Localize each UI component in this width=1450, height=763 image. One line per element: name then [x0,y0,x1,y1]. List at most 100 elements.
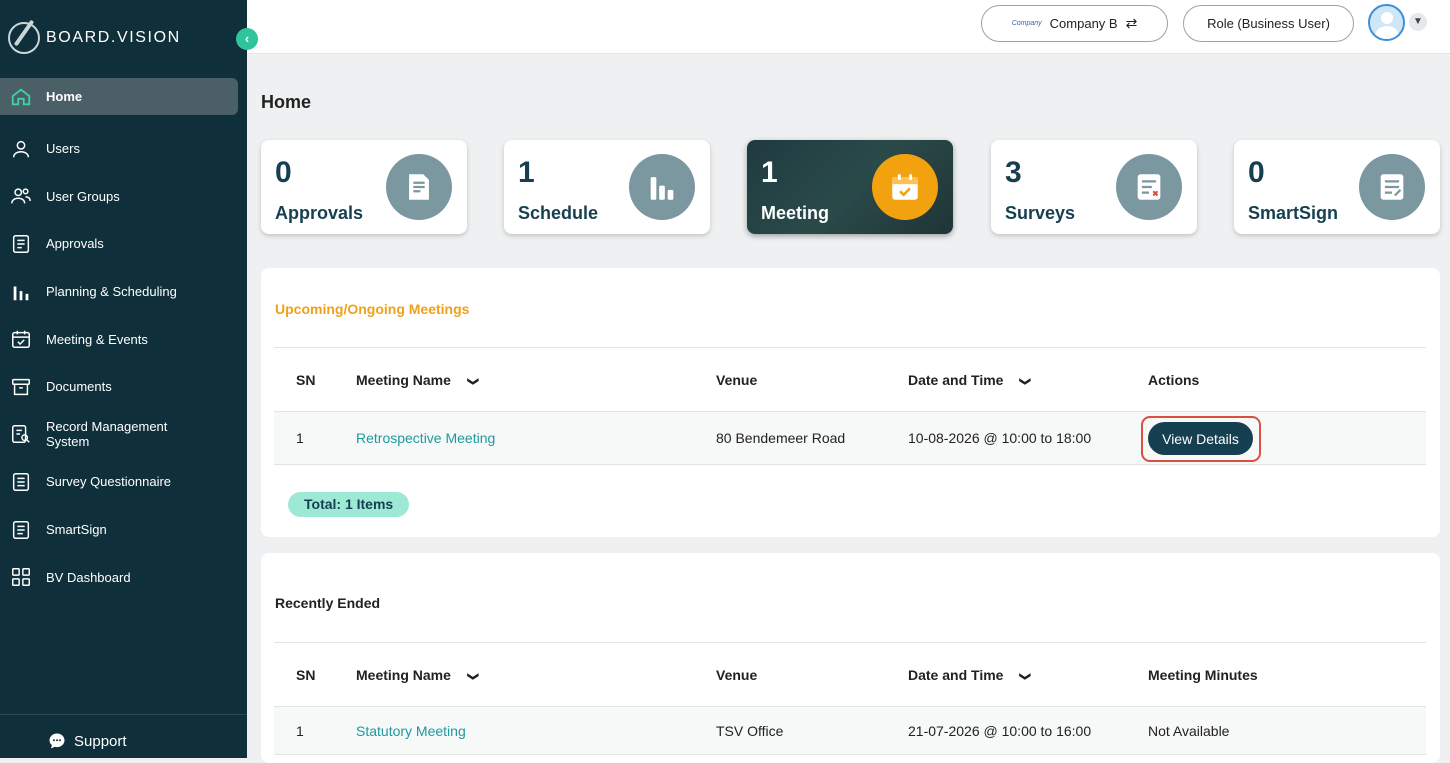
stat-card-schedule[interactable]: 1 Schedule [504,140,710,234]
board-vision-logo-icon [8,22,40,54]
chevron-down-icon[interactable]: ❯ [1020,376,1033,385]
sidebar-item-label: Users [46,141,80,157]
stat-count: 3 [1005,156,1022,189]
sidebar-item-user-groups[interactable]: User Groups [0,173,247,221]
meeting-name-link[interactable]: Statutory Meeting [356,723,466,739]
company-name: Company B [1049,16,1118,31]
bar-chart-icon [629,154,695,220]
chevron-down-icon[interactable]: ❯ [467,671,480,680]
approvals-icon [12,235,30,253]
column-header-label: Date and Time [908,371,1004,388]
stat-card-approvals[interactable]: 0 Approvals [261,140,467,234]
record-search-icon [12,425,30,444]
stat-card-surveys[interactable]: 3 Surveys [991,140,1197,234]
column-header-meeting-minutes: Meeting Minutes [1148,666,1258,683]
archive-icon [12,378,30,395]
checklist-icon [1116,154,1182,220]
row-sn: 1 [296,430,304,446]
sidebar-item-documents[interactable]: Documents [0,363,247,411]
stat-card-meeting[interactable]: 1 Meeting [747,140,953,234]
recently-ended-panel: Recently Ended SN Meeting Name ❯ Venue Da… [261,553,1440,763]
total-items-badge: Total: 1 Items [288,492,410,517]
sidebar-item-survey-questionnaire[interactable]: Survey Questionnaire [0,458,247,506]
sign-document-icon [1359,154,1425,220]
row-date-time: 21-07-2026 @ 10:00 to 16:00 [908,722,1092,739]
row-venue: 80 Bendemeer Road [716,430,846,446]
sidebar-item-label: Documents [46,379,112,395]
column-header-actions: Actions [1148,371,1200,388]
role-switcher[interactable]: Role (Business User) [1183,5,1354,42]
stat-label: Surveys [1005,203,1076,223]
row-venue: TSV Office [716,722,784,739]
stat-count: 1 [761,156,778,189]
sidebar-item-bv-dashboard[interactable]: BV Dashboard [0,553,247,601]
stat-card-smartsign[interactable]: 0 SmartSign [1234,140,1440,234]
sidebar-item-users[interactable]: Users [0,125,247,173]
page-title: Home [261,92,312,112]
column-header-date-time[interactable]: Date and Time ❯ [908,666,1033,683]
sidebar-item-label: User Groups [46,188,120,204]
row-date-time: 10-08-2026 @ 10:00 to 18:00 [908,430,1092,446]
column-header-label: Date and Time [908,666,1004,683]
stat-count: 1 [518,156,535,189]
sidebar-divider [0,714,247,715]
bar-chart-icon [13,286,29,300]
sidebar-item-approvals[interactable]: Approvals [0,220,247,268]
company-logo-icon: Company [1011,20,1042,27]
sidebar-item-label: Survey Questionnaire [46,474,172,490]
stat-label: Schedule [518,203,599,223]
user-icon [12,140,30,158]
sidebar-item-label: BV Dashboard [46,569,131,585]
column-header-label: Meeting Name [356,371,451,388]
sidebar-item-label: Record Management System [46,419,168,450]
chevron-down-icon[interactable]: ▼ [1409,13,1427,31]
sidebar-nav: Home Users User Groups Approvals Plannin… [0,78,247,601]
chevron-left-icon: ‹ [244,31,250,46]
support-label: Support [74,732,127,750]
avatar[interactable] [1368,4,1405,41]
support-button[interactable]: Support [48,732,127,750]
calendar-check-icon [12,330,30,349]
table-header: SN Meeting Name ❯ Venue Date and Time ❯ Me… [274,642,1426,707]
sidebar-item-meeting-events[interactable]: Meeting & Events [0,315,247,363]
sidebar-item-label: Planning & Scheduling [46,284,177,300]
stat-count: 0 [1248,156,1265,189]
chat-icon [49,733,65,749]
meeting-name-link[interactable]: Retrospective Meeting [356,430,495,446]
sidebar-item-home[interactable]: Home [0,78,238,115]
sidebar-item-label: Meeting & Events [46,331,148,347]
view-details-button[interactable]: View Details [1148,422,1253,455]
role-label: Role (Business User) [1207,16,1330,31]
sidebar-item-label: Approvals [46,236,104,252]
calendar-check-icon [872,154,938,220]
dashboard-grid-icon [12,568,30,587]
sidebar-item-planning-scheduling[interactable]: Planning & Scheduling [0,268,247,316]
chevron-down-icon[interactable]: ❯ [467,376,480,385]
table-row: 1 Statutory Meeting TSV Office 21-07-202… [274,707,1426,755]
brand-logo[interactable]: BOARD.VISION [8,22,181,54]
column-header-meeting-name[interactable]: Meeting Name ❯ [356,666,480,683]
chevron-down-icon[interactable]: ❯ [1020,671,1033,680]
sidebar-item-smartsign[interactable]: SmartSign [0,506,247,554]
document-icon [386,154,452,220]
column-header-sn: SN [296,666,316,683]
sidebar-collapse-button[interactable]: ‹ [236,28,258,50]
top-bar: Company Company B ⇄ Role (Business User)… [247,0,1450,54]
sidebar-item-label: Home [46,89,83,104]
panel-title: Upcoming/Ongoing Meetings [275,301,470,317]
column-header-label: Meeting Name [356,666,451,683]
stat-label: SmartSign [1248,203,1339,223]
sidebar: BOARD.VISION Home Users User Groups Appr… [0,0,247,758]
sidebar-item-record-management[interactable]: Record Management System [0,411,247,459]
table-header: SN Meeting Name ❯ Venue Date and Time ❯ Ac… [274,347,1426,412]
stat-label: Approvals [275,203,364,223]
stat-count: 0 [275,156,292,189]
stat-label: Meeting [761,203,830,223]
column-header-meeting-name[interactable]: Meeting Name ❯ [356,371,480,388]
column-header-date-time[interactable]: Date and Time ❯ [908,371,1033,388]
user-group-icon [11,188,31,204]
company-switcher[interactable]: Company Company B ⇄ [981,5,1168,42]
panel-title: Recently Ended [275,595,381,611]
column-header-sn: SN [296,371,316,388]
sidebar-item-label: SmartSign [46,522,107,538]
